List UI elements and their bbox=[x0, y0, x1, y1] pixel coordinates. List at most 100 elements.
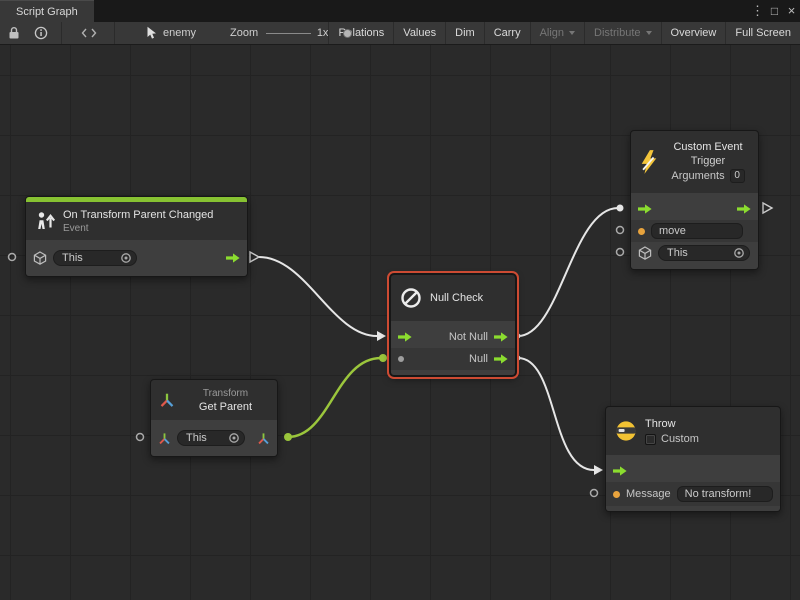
zoom-slider[interactable] bbox=[266, 22, 311, 45]
zoom-slider-handle[interactable] bbox=[343, 29, 352, 38]
graph-breadcrumb[interactable]: enemy bbox=[146, 22, 196, 44]
arguments-count-field[interactable]: 0 bbox=[730, 169, 745, 183]
graph-name: enemy bbox=[163, 27, 196, 39]
carry-button[interactable]: Carry bbox=[484, 22, 530, 44]
port-row-target: This bbox=[151, 425, 277, 451]
relations-button[interactable]: Relations bbox=[328, 22, 393, 44]
port-row-target: This bbox=[26, 245, 247, 271]
node-throw[interactable]: Throw Custom Message No transform! bbox=[605, 406, 781, 512]
values-button[interactable]: Values bbox=[393, 22, 445, 44]
target-dropdown[interactable]: This bbox=[658, 245, 750, 261]
node-get-parent[interactable]: Transform Get Parent This bbox=[150, 379, 278, 457]
transform-output-icon[interactable] bbox=[257, 432, 270, 445]
node-null-check[interactable]: Null Check Not Null Null bbox=[390, 274, 516, 376]
node-header[interactable]: Transform Get Parent bbox=[151, 380, 277, 420]
target-value: This bbox=[62, 252, 83, 264]
target-value: This bbox=[667, 247, 688, 259]
target-dropdown[interactable]: This bbox=[177, 430, 245, 446]
overview-button[interactable]: Overview bbox=[661, 22, 726, 44]
event-name-value: move bbox=[659, 225, 686, 237]
distribute-button[interactable]: Distribute bbox=[584, 22, 660, 44]
port-label: Null bbox=[469, 353, 488, 365]
value-input-dot[interactable] bbox=[398, 356, 404, 362]
node-title: Null Check bbox=[430, 291, 483, 305]
value-input-dot[interactable] bbox=[638, 228, 645, 235]
null-check-icon bbox=[399, 286, 423, 310]
target-picker-icon[interactable] bbox=[120, 252, 132, 264]
message-label: Message bbox=[626, 488, 671, 500]
flow-output-arrow-icon[interactable] bbox=[494, 354, 508, 364]
node-title: On Transform Parent Changed bbox=[63, 208, 213, 222]
port-row-flow bbox=[631, 198, 758, 220]
zoom-value: 1x bbox=[317, 27, 329, 39]
flow-output-arrow-icon[interactable] bbox=[494, 332, 508, 342]
transform-parent-changed-icon bbox=[34, 210, 56, 232]
toolbar-buttons: Relations Values Dim Carry Align Distrib… bbox=[328, 22, 800, 44]
window-maximize-icon[interactable]: □ bbox=[766, 0, 783, 22]
node-header[interactable]: On Transform Parent Changed Event bbox=[26, 202, 247, 240]
node-header[interactable]: Throw Custom bbox=[606, 407, 780, 455]
flow-input-arrow-icon[interactable] bbox=[613, 466, 627, 476]
target-dropdown[interactable]: This bbox=[53, 250, 137, 266]
port-row-null: Null bbox=[391, 348, 515, 370]
info-icon bbox=[34, 26, 48, 40]
lock-icon bbox=[8, 26, 20, 40]
gameobject-cube-icon bbox=[33, 251, 47, 265]
fullscreen-button[interactable]: Full Screen bbox=[725, 22, 800, 44]
toolbar-separator bbox=[61, 22, 62, 44]
toolbar-separator bbox=[114, 22, 115, 44]
inspect-button[interactable] bbox=[29, 22, 53, 44]
script-graph-window: Script Graph ⋮ □ × enemy Zoom 1x Relatio… bbox=[0, 0, 800, 600]
target-value: This bbox=[186, 432, 207, 444]
port-label: Not Null bbox=[449, 331, 488, 343]
flow-input-arrow-icon[interactable] bbox=[398, 332, 412, 342]
node-header[interactable]: Null Check bbox=[391, 275, 515, 321]
target-picker-icon[interactable] bbox=[733, 247, 745, 259]
tab-title: Script Graph bbox=[16, 6, 78, 18]
tabbar-spacer bbox=[94, 0, 749, 22]
node-on-transform-parent-changed[interactable]: On Transform Parent Changed Event This bbox=[25, 196, 248, 277]
zoom-slider-track bbox=[266, 33, 311, 34]
cursor-icon bbox=[146, 26, 158, 40]
target-picker-icon[interactable] bbox=[228, 432, 240, 444]
custom-checkbox-label: Custom bbox=[661, 433, 699, 445]
flow-output-arrow-icon[interactable] bbox=[226, 253, 240, 263]
port-row-flow bbox=[606, 460, 780, 482]
dim-button[interactable]: Dim bbox=[445, 22, 484, 44]
graph-toolbar: enemy Zoom 1x Relations Values Dim Carry… bbox=[0, 22, 800, 45]
node-title: Custom Event bbox=[673, 140, 742, 154]
flow-input-arrow-icon[interactable] bbox=[638, 204, 652, 214]
node-trigger-custom-event[interactable]: Custom Event Trigger Arguments 0 move bbox=[630, 130, 759, 270]
flow-output-arrow-icon[interactable] bbox=[737, 204, 751, 214]
throw-icon bbox=[614, 419, 638, 443]
port-row-message: Message No transform! bbox=[606, 482, 780, 506]
transform-axes-icon bbox=[159, 392, 175, 408]
gameobject-cube-icon bbox=[638, 246, 652, 260]
lock-button[interactable] bbox=[3, 22, 25, 44]
edit-source-button[interactable] bbox=[76, 22, 102, 44]
node-subtitle: Trigger bbox=[691, 154, 725, 168]
align-button[interactable]: Align bbox=[530, 22, 584, 44]
node-subtitle: Event bbox=[63, 222, 213, 235]
code-icon bbox=[81, 28, 97, 38]
event-name-input[interactable]: move bbox=[651, 223, 743, 239]
window-close-icon[interactable]: × bbox=[783, 0, 800, 22]
chevron-down-icon bbox=[569, 31, 575, 35]
node-title: Throw bbox=[645, 417, 699, 431]
message-value: No transform! bbox=[685, 488, 752, 500]
node-category: Transform bbox=[203, 387, 248, 400]
message-input[interactable]: No transform! bbox=[677, 486, 773, 502]
node-header[interactable]: Custom Event Trigger Arguments 0 bbox=[631, 131, 758, 193]
value-input-dot[interactable] bbox=[613, 491, 620, 498]
tab-script-graph[interactable]: Script Graph bbox=[0, 0, 94, 22]
zoom-label: Zoom bbox=[230, 27, 258, 39]
port-row-name: move bbox=[631, 220, 758, 242]
arguments-label: Arguments bbox=[671, 168, 724, 184]
port-row-not-null: Not Null bbox=[391, 326, 515, 348]
node-title: Get Parent bbox=[199, 400, 252, 414]
window-menu-icon[interactable]: ⋮ bbox=[749, 0, 766, 22]
custom-checkbox[interactable] bbox=[645, 434, 656, 445]
chevron-down-icon bbox=[646, 31, 652, 35]
custom-event-bolt-icon bbox=[639, 149, 659, 175]
transform-axes-icon bbox=[158, 432, 171, 445]
